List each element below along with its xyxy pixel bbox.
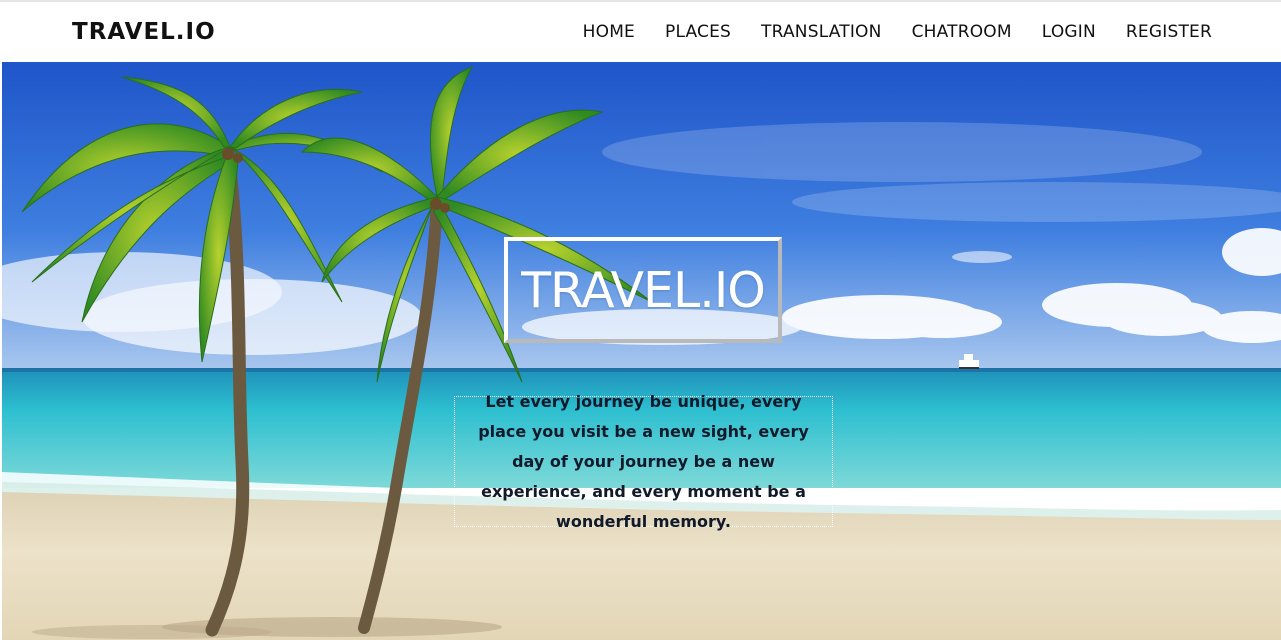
- nav-home-link[interactable]: HOME: [583, 22, 635, 42]
- hero-title-box: TRAVEL.IO: [504, 237, 782, 343]
- nav-login-link[interactable]: LOGIN: [1042, 22, 1096, 42]
- nav-translation-link[interactable]: TRANSLATION: [761, 22, 882, 42]
- hero-tagline: Let every journey be unique, every place…: [478, 391, 809, 531]
- nav-links: HOME PLACES TRANSLATION CHATROOM LOGIN R…: [583, 22, 1212, 42]
- nav-places-link[interactable]: PLACES: [665, 22, 731, 42]
- nav-chatroom-link[interactable]: CHATROOM: [912, 22, 1012, 42]
- top-navbar: TRAVEL.IO HOME PLACES TRANSLATION CHATRO…: [0, 0, 1281, 62]
- brand-logo[interactable]: TRAVEL.IO: [72, 19, 216, 45]
- hero-tagline-box: Let every journey be unique, every place…: [454, 392, 833, 531]
- nav-register-link[interactable]: REGISTER: [1126, 22, 1212, 42]
- hero-title: TRAVEL.IO: [521, 261, 766, 319]
- hero-section: TRAVEL.IO Let every journey be unique, e…: [2, 62, 1281, 640]
- beach-palm-trees-image: [2, 62, 1281, 640]
- page: TRAVEL.IO HOME PLACES TRANSLATION CHATRO…: [0, 0, 1281, 640]
